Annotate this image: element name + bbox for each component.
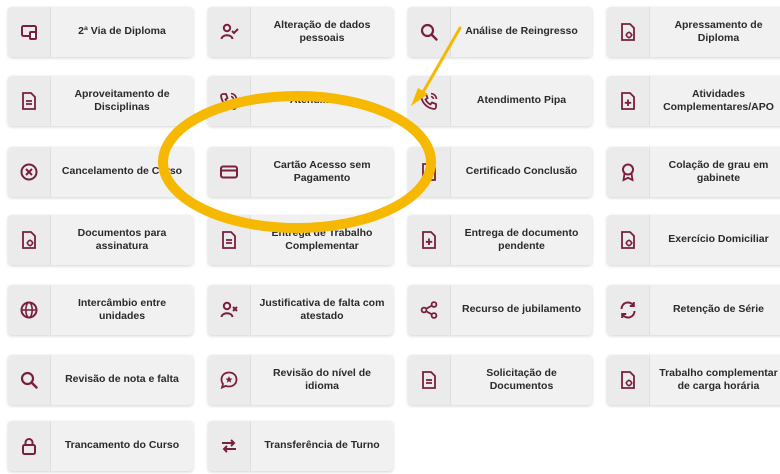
service-card-label: Certificado Conclusão bbox=[465, 165, 578, 178]
service-card[interactable]: Entrega de documento pendente bbox=[408, 215, 592, 265]
service-card-label: Atendimento Pipa bbox=[476, 94, 567, 107]
service-card[interactable]: Trabalho complementar de carga horária bbox=[607, 355, 780, 405]
laptop-icon bbox=[8, 7, 51, 57]
user-x-icon bbox=[208, 285, 251, 335]
service-card[interactable]: Apressamento de Diploma bbox=[607, 7, 780, 57]
user-check-icon bbox=[208, 7, 251, 57]
service-card[interactable]: Atendimento bbox=[208, 76, 393, 126]
service-card-label: Aproveitamento de Disciplinas bbox=[74, 87, 170, 113]
service-card-label: Apressamento de Diploma bbox=[674, 18, 763, 44]
service-card[interactable]: Certificado Conclusão bbox=[408, 147, 592, 197]
document-plus-icon bbox=[408, 215, 451, 265]
credit-card-icon bbox=[208, 147, 251, 197]
service-card[interactable]: Revisão do nível de idioma bbox=[208, 355, 393, 405]
service-card[interactable]: Aproveitamento de Disciplinas bbox=[8, 76, 193, 126]
service-card[interactable]: Atendimento Pipa bbox=[408, 76, 592, 126]
service-card-label: Entrega de documento pendente bbox=[464, 226, 579, 252]
service-card[interactable]: Atividades Complementares/APO bbox=[607, 76, 780, 126]
document-gear-icon bbox=[607, 7, 650, 57]
search-icon bbox=[8, 355, 51, 405]
service-card-label: Colação de grau em gabinete bbox=[668, 158, 769, 184]
phone-call-icon bbox=[408, 76, 451, 126]
service-card[interactable]: Trancamento do Curso bbox=[8, 421, 193, 471]
close-circle-icon bbox=[8, 147, 51, 197]
service-card[interactable]: Solicitação de Documentos bbox=[408, 355, 592, 405]
service-card-label: 2ª Via de Diploma bbox=[78, 25, 166, 38]
service-card[interactable]: Cartão Acesso sem Pagamento bbox=[208, 147, 393, 197]
service-card-label: Retenção de Série bbox=[672, 303, 765, 316]
service-card[interactable]: 2ª Via de Diploma bbox=[8, 7, 193, 57]
document-gear-icon bbox=[8, 215, 51, 265]
service-card-label: Atividades Complementares/APO bbox=[663, 87, 774, 113]
service-card[interactable]: Análise de Reingresso bbox=[408, 7, 592, 57]
service-card[interactable]: Revisão de nota e falta bbox=[8, 355, 193, 405]
document-lines-icon bbox=[408, 355, 451, 405]
phone-call-icon bbox=[208, 76, 251, 126]
lock-icon bbox=[8, 421, 51, 471]
service-card[interactable]: Retenção de Série bbox=[607, 285, 780, 335]
service-card[interactable]: Documentos para assinatura bbox=[8, 215, 193, 265]
service-card-label: Documentos para assinatura bbox=[77, 226, 167, 252]
service-card-label: Trancamento do Curso bbox=[64, 439, 180, 452]
service-card[interactable]: Transferência de Turno bbox=[208, 421, 393, 471]
award-icon bbox=[607, 147, 650, 197]
service-card-label: Revisão do nível de idioma bbox=[272, 366, 372, 392]
service-card[interactable]: Exercício Domiciliar bbox=[607, 215, 780, 265]
document-plus-icon bbox=[607, 76, 650, 126]
service-card-label: Exercício Domiciliar bbox=[668, 233, 769, 246]
service-card[interactable]: Recurso de jubilamento bbox=[408, 285, 592, 335]
service-card-label: Transferência de Turno bbox=[264, 439, 380, 452]
service-card-label: Cancelamento de Curso bbox=[61, 165, 183, 178]
document-gear-icon bbox=[607, 355, 650, 405]
service-card[interactable]: Alteração de dados pessoais bbox=[208, 7, 393, 57]
swap-icon bbox=[208, 421, 251, 471]
services-grid: 2ª Via de Diploma Alteração de dados pess… bbox=[0, 0, 780, 474]
search-icon bbox=[408, 7, 451, 57]
chat-star-icon bbox=[208, 355, 251, 405]
service-card[interactable]: Entrega de Trabalho Complementar bbox=[208, 215, 393, 265]
document-lines-icon bbox=[8, 76, 51, 126]
service-card[interactable]: Cancelamento de Curso bbox=[8, 147, 193, 197]
document-lines-icon bbox=[408, 147, 451, 197]
service-card-label: Entrega de Trabalho Complementar bbox=[271, 226, 373, 252]
service-card-label: Trabalho complementar de carga horária bbox=[659, 366, 778, 392]
service-card-label: Recurso de jubilamento bbox=[461, 303, 582, 316]
service-card[interactable]: Justificativa de falta com atestado bbox=[208, 285, 393, 335]
service-card-label: Atendimento bbox=[289, 94, 355, 107]
service-card-label: Alteração de dados pessoais bbox=[273, 18, 371, 44]
document-gear-icon bbox=[607, 215, 650, 265]
service-card-label: Análise de Reingresso bbox=[465, 25, 578, 38]
service-card-label: Justificativa de falta com atestado bbox=[259, 296, 385, 322]
globe-icon bbox=[8, 285, 51, 335]
service-card[interactable]: Colação de grau em gabinete bbox=[607, 147, 780, 197]
service-card-label: Revisão de nota e falta bbox=[65, 373, 179, 386]
service-card-label: Cartão Acesso sem Pagamento bbox=[273, 158, 371, 184]
refresh-icon bbox=[607, 285, 650, 335]
service-card-label: Intercâmbio entre unidades bbox=[77, 296, 167, 322]
document-lines-icon bbox=[208, 215, 251, 265]
service-card-label: Solicitação de Documentos bbox=[486, 366, 557, 392]
share-icon bbox=[408, 285, 451, 335]
service-card[interactable]: Intercâmbio entre unidades bbox=[8, 285, 193, 335]
